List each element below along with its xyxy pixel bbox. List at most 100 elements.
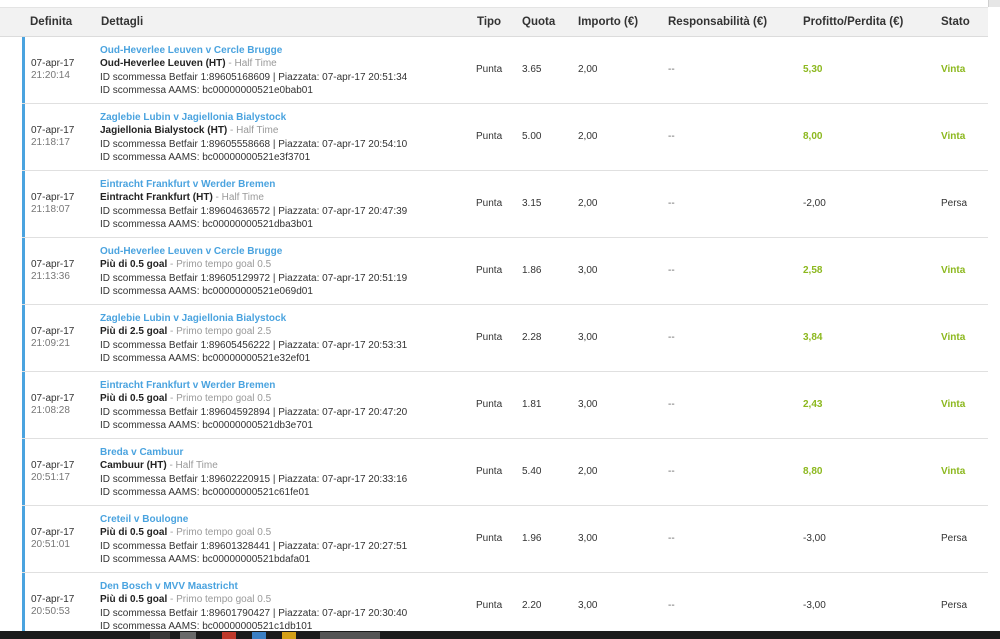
header-importo[interactable]: Importo (€): [578, 16, 638, 28]
taskbar-icon[interactable]: [282, 632, 296, 639]
table-row[interactable]: 07-apr-17 20:51:17 Breda v Cambuur Cambu…: [22, 439, 988, 506]
table-row[interactable]: 07-apr-17 21:18:07 Eintracht Frankfurt v…: [22, 171, 988, 238]
selection-name: Più di 0.5 goal: [100, 259, 168, 271]
settled-datetime: 07-apr-17 21:20:14: [31, 58, 74, 82]
taskbar-icon[interactable]: [150, 632, 170, 639]
aams-bet-id: ID scommessa AAMS: bc00000000521bdafa01: [100, 554, 311, 566]
settled-time: 20:51:17: [31, 472, 70, 483]
bet-status: Vinta: [941, 466, 966, 477]
betfair-bet-id: ID scommessa Betfair 1:89601790427 | Pia…: [100, 607, 408, 619]
settled-time: 21:13:36: [31, 271, 70, 282]
settled-datetime: 07-apr-17 21:18:07: [31, 192, 74, 216]
stake: 3,00: [578, 265, 598, 276]
odds: 1.86: [522, 265, 542, 276]
betfair-bet-id: ID scommessa Betfair 1:89605558668 | Pia…: [100, 138, 408, 150]
taskbar: [0, 631, 1000, 639]
market-name: - Primo tempo goal 0.5: [167, 393, 272, 405]
header-definita[interactable]: Definita: [30, 16, 72, 28]
settled-time: 21:20:14: [31, 70, 70, 81]
settled-datetime: 07-apr-17 21:08:28: [31, 393, 74, 417]
table-row[interactable]: 07-apr-17 21:18:17 Zaglebie Lubin v Jagi…: [22, 104, 988, 171]
bet-details: Oud-Heverlee Leuven v Cercle Brugge Più …: [100, 245, 407, 299]
betfair-bet-id: ID scommessa Betfair 1:89602220915 | Pia…: [100, 473, 408, 485]
settled-date: 07-apr-17: [31, 527, 75, 538]
stake: 3,00: [578, 600, 598, 611]
table-row[interactable]: 07-apr-17 21:20:14 Oud-Heverlee Leuven v…: [22, 37, 988, 104]
event-link[interactable]: Oud-Heverlee Leuven v Cercle Brugge: [100, 245, 407, 258]
event-link[interactable]: Oud-Heverlee Leuven v Cercle Brugge: [100, 44, 407, 57]
settled-date: 07-apr-17: [31, 58, 75, 69]
aams-bet-id: ID scommessa AAMS: bc00000000521e3f3701: [100, 152, 311, 164]
bet-details: Breda v Cambuur Cambuur (HT) - Half Time…: [100, 446, 407, 500]
row-accent-bar: [22, 439, 25, 505]
settled-time: 21:08:28: [31, 405, 70, 416]
header-quota[interactable]: Quota: [522, 16, 555, 28]
event-link[interactable]: Breda v Cambuur: [100, 446, 407, 459]
market-name: - Half Time: [166, 460, 218, 472]
profit-loss: -3,00: [803, 533, 826, 544]
settled-date: 07-apr-17: [31, 259, 75, 270]
aams-bet-id: ID scommessa AAMS: bc00000000521db3e701: [100, 420, 313, 432]
bet-details: Creteil v Boulogne Più di 0.5 goal - Pri…: [100, 513, 407, 567]
row-accent-bar: [22, 238, 25, 304]
market-name: - Primo tempo goal 0.5: [167, 527, 272, 539]
profit-loss: 5,30: [803, 64, 823, 75]
header-dettagli[interactable]: Dettagli: [101, 16, 143, 28]
profit-loss: 8,80: [803, 466, 823, 477]
table-row[interactable]: 07-apr-17 21:09:21 Zaglebie Lubin v Jagi…: [22, 305, 988, 372]
settled-time: 20:50:53: [31, 606, 70, 617]
settled-date: 07-apr-17: [31, 460, 75, 471]
odds: 2.20: [522, 600, 542, 611]
header-tipo[interactable]: Tipo: [477, 16, 501, 28]
bet-details: Den Bosch v MVV Maastricht Più di 0.5 go…: [100, 580, 407, 634]
bet-details: Eintracht Frankfurt v Werder Bremen Più …: [100, 379, 407, 433]
selection-line: Più di 0.5 goal - Primo tempo goal 0.5: [100, 258, 407, 271]
stake: 3,00: [578, 332, 598, 343]
selection-name: Eintracht Frankfurt (HT): [100, 192, 213, 204]
betfair-bet-id: ID scommessa Betfair 1:89605129972 | Pia…: [100, 272, 408, 284]
liability: --: [668, 64, 675, 75]
event-link[interactable]: Eintracht Frankfurt v Werder Bremen: [100, 379, 407, 392]
bet-status: Vinta: [941, 332, 966, 343]
settled-time: 20:51:01: [31, 539, 70, 550]
bet-status: Vinta: [941, 131, 966, 142]
taskbar-window-button[interactable]: [320, 632, 380, 639]
betfair-bet-id: ID scommessa Betfair 1:89604592894 | Pia…: [100, 406, 408, 418]
liability: --: [668, 533, 675, 544]
selection-name: Più di 0.5 goal: [100, 527, 168, 539]
profit-loss: -3,00: [803, 600, 826, 611]
bet-type: Punta: [476, 265, 503, 276]
event-link[interactable]: Zaglebie Lubin v Jagiellonia Bialystock: [100, 111, 407, 124]
event-link[interactable]: Creteil v Boulogne: [100, 513, 407, 526]
taskbar-icon[interactable]: [252, 632, 266, 639]
bet-status: Persa: [941, 600, 968, 611]
settled-datetime: 07-apr-17 21:13:36: [31, 259, 74, 283]
taskbar-icon[interactable]: [180, 632, 196, 639]
stake: 2,00: [578, 64, 598, 75]
settled-datetime: 07-apr-17 20:51:17: [31, 460, 74, 484]
event-link[interactable]: Den Bosch v MVV Maastricht: [100, 580, 407, 593]
event-link[interactable]: Eintracht Frankfurt v Werder Bremen: [100, 178, 407, 191]
betfair-bet-id: ID scommessa Betfair 1:89605168609 | Pia…: [100, 71, 408, 83]
settled-date: 07-apr-17: [31, 192, 75, 203]
taskbar-icon[interactable]: [222, 632, 236, 639]
table-row[interactable]: 07-apr-17 20:50:53 Den Bosch v MVV Maast…: [22, 573, 988, 639]
settled-date: 07-apr-17: [31, 594, 75, 605]
scrollbar-fragment[interactable]: [988, 0, 1000, 7]
event-link[interactable]: Zaglebie Lubin v Jagiellonia Bialystock: [100, 312, 407, 325]
selection-name: Jagiellonia Bialystock (HT): [100, 125, 228, 137]
bet-status: Persa: [941, 533, 968, 544]
aams-bet-id: ID scommessa AAMS: bc00000000521dba3b01: [100, 219, 313, 231]
liability: --: [668, 332, 675, 343]
row-accent-bar: [22, 171, 25, 237]
table-row[interactable]: 07-apr-17 20:51:01 Creteil v Boulogne Pi…: [22, 506, 988, 573]
selection-line: Jagiellonia Bialystock (HT) - Half Time: [100, 124, 407, 137]
row-accent-bar: [22, 573, 25, 639]
liability: --: [668, 466, 675, 477]
table-row[interactable]: 07-apr-17 21:13:36 Oud-Heverlee Leuven v…: [22, 238, 988, 305]
header-profitto-perdita[interactable]: Profitto/Perdita (€): [803, 16, 903, 28]
header-responsabilita[interactable]: Responsabilità (€): [668, 16, 767, 28]
market-name: - Half Time: [225, 58, 277, 70]
table-row[interactable]: 07-apr-17 21:08:28 Eintracht Frankfurt v…: [22, 372, 988, 439]
header-stato[interactable]: Stato: [941, 16, 970, 28]
